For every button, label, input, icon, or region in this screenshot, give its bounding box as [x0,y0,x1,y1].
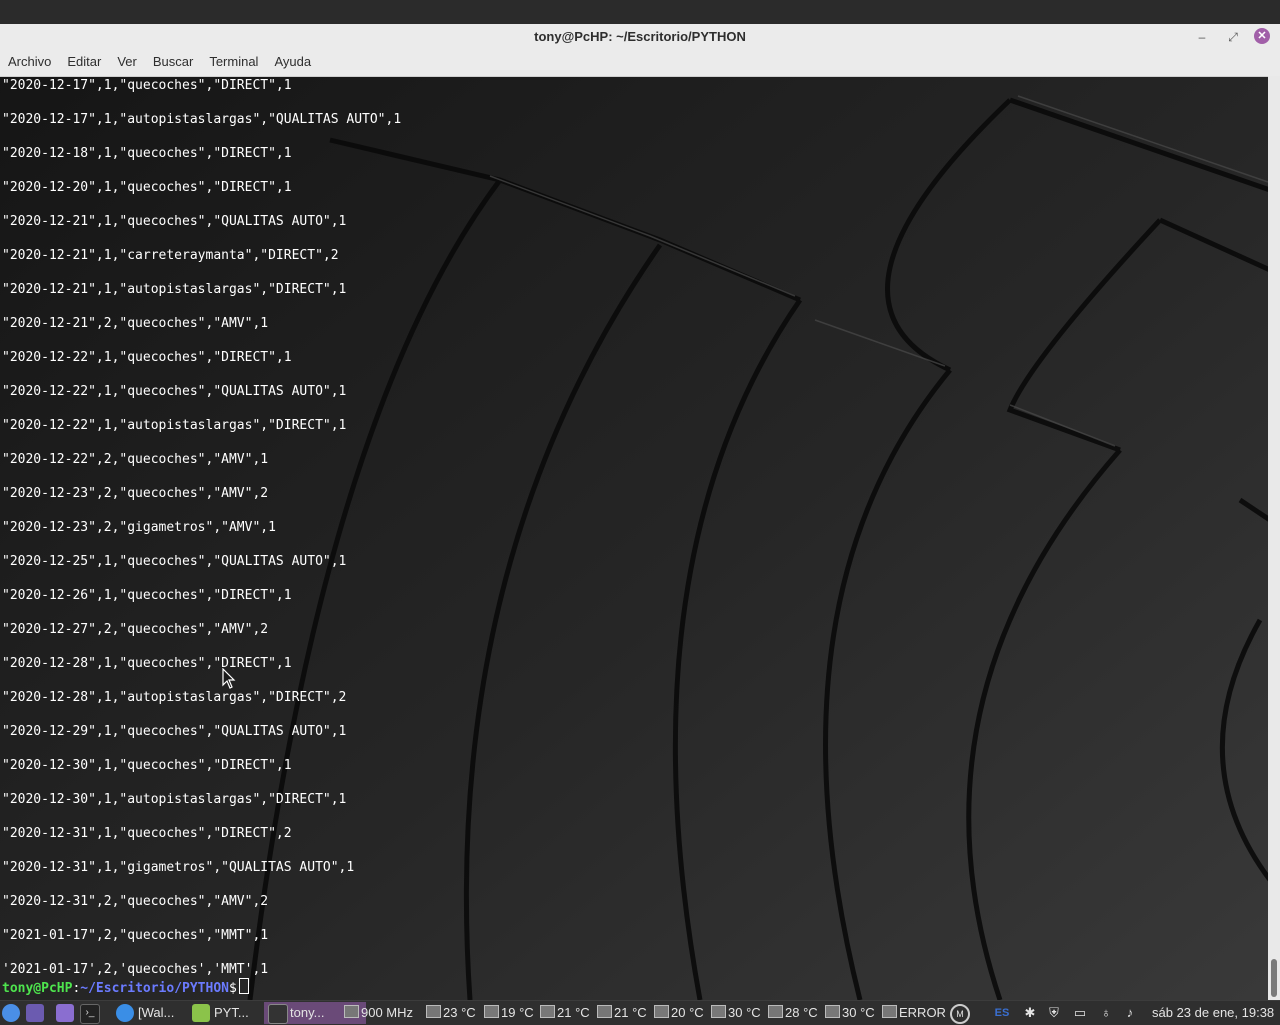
prompt-path: ~/Escritorio/PYTHON [80,981,229,996]
menu-launcher-icon[interactable] [2,1004,20,1022]
terminal-window[interactable]: tony@PcHP: ~/Escritorio/PYTHON – ⤢ ✕ Arc… [0,24,1280,1000]
thermometer-icon [597,1005,612,1018]
output-line: "2020-12-22",2,"quecoches","AMV",1 [2,452,269,467]
output-line: "2020-12-21",1,"autopistaslargas","DIREC… [2,282,347,297]
task-label: tony... [290,1005,325,1020]
redshift-icon[interactable]: ♁ [1096,1003,1116,1023]
sensor-value: 21 °C [614,1005,647,1020]
sensor-reading[interactable]: 30 °C [711,1001,761,1025]
top-panel-strip [0,0,1280,24]
output-line: "2020-12-17",1,"quecoches","DIRECT",1 [2,78,292,93]
menu-terminal[interactable]: Terminal [201,50,266,76]
output-line: "2020-12-30",1,"quecoches","DIRECT",1 [2,758,292,773]
minimize-button[interactable]: – [1193,28,1211,46]
chrome-icon [116,1004,134,1022]
sensor-reading[interactable]: 23 °C [426,1001,476,1025]
sensor-value: 19 °C [501,1005,534,1020]
output-line: "2021-01-17",2,"quecoches","MMT",1 [2,928,269,943]
output-line: '2021-01-17',2,'quecoches','MMT',1 [2,962,269,977]
thermometer-icon [654,1005,669,1018]
maximize-button[interactable]: ⤢ [1224,28,1242,46]
clock[interactable]: sáb 23 de ene, 19:38 [1152,1001,1274,1025]
output-line: "2020-12-20",1,"quecoches","DIRECT",1 [2,180,292,195]
sensor-reading[interactable]: 21 °C [597,1001,647,1025]
show-desktop-icon[interactable] [26,1004,44,1022]
menu-buscar[interactable]: Buscar [145,50,201,76]
output-line: "2020-12-29",1,"quecoches","QUALITAS AUT… [2,724,347,739]
output-line: "2020-12-17",1,"autopistaslargas","QUALI… [2,112,402,127]
thermometer-icon [768,1005,783,1018]
keyboard-layout[interactable]: ES [990,1003,1014,1023]
output-line: "2020-12-21",2,"quecoches","AMV",1 [2,316,269,331]
sensor-value: 23 °C [443,1005,476,1020]
task-label: PYT... [214,1005,249,1020]
output-line: "2020-12-28",1,"autopistaslargas","DIREC… [2,690,347,705]
thermometer-icon [540,1005,555,1018]
sensor-value: 28 °C [785,1005,818,1020]
removable-drive-icon[interactable]: ▭ [1070,1003,1090,1023]
menu-ayuda[interactable]: Ayuda [266,50,319,76]
menu-editar[interactable]: Editar [59,50,109,76]
files-launcher-icon[interactable] [56,1004,74,1022]
thermometer-icon [484,1005,499,1018]
window-titlebar[interactable]: tony@PcHP: ~/Escritorio/PYTHON – ⤢ ✕ [0,24,1280,51]
output-line: "2020-12-25",1,"quecoches","QUALITAS AUT… [2,554,347,569]
sensor-reading[interactable]: 21 °C [540,1001,590,1025]
sensor-reading[interactable]: ERROR [882,1001,946,1025]
output-line: "2020-12-28",1,"quecoches","DIRECT",1 [2,656,292,671]
cpu-frequency[interactable]: 900 MHz [344,1001,413,1025]
sensor-reading[interactable]: 28 °C [768,1001,818,1025]
output-line: "2020-12-21",1,"carreteraymanta","DIRECT… [2,248,339,263]
scrollbar[interactable] [1268,76,1280,1000]
output-line: "2020-12-23",2,"quecoches","AMV",2 [2,486,269,501]
sensor-value: ERROR [899,1005,946,1020]
output-line: "2020-12-21",1,"quecoches","QUALITAS AUT… [2,214,347,229]
sensor-reading[interactable]: 30 °C [825,1001,875,1025]
volume-icon[interactable]: ♪ [1120,1003,1140,1023]
taskbar: ›_ [Wal... PYT... tony... 900 MHz 23 °C … [0,1000,1280,1025]
folder-icon [192,1004,210,1022]
terminal-output[interactable]: "2020-12-17",1,"quecoches","DIRECT",1 "2… [0,76,1268,1000]
output-line: "2020-12-22",1,"quecoches","QUALITAS AUT… [2,384,347,399]
thermometer-icon [825,1005,840,1018]
sensor-value: 30 °C [728,1005,761,1020]
output-line: "2020-12-31",1,"quecoches","DIRECT",2 [2,826,292,841]
output-line: "2020-12-31",2,"quecoches","AMV",2 [2,894,269,909]
cpu-freq-label: 900 MHz [361,1005,414,1020]
sensor-value: 20 °C [671,1005,704,1020]
terminal-icon [268,1004,288,1024]
menu-ver[interactable]: Ver [109,50,145,76]
thermometer-icon [711,1005,726,1018]
output-line: "2020-12-22",1,"autopistaslargas","DIREC… [2,418,347,433]
prompt-line[interactable]: tony@PcHP:~/Escritorio/PYTHON$ [2,978,249,996]
cpu-icon [344,1005,359,1018]
sensor-value: 21 °C [557,1005,590,1020]
scrollbar-thumb[interactable] [1271,959,1277,997]
text-cursor [238,978,249,994]
output-line: "2020-12-26",1,"quecoches","DIRECT",1 [2,588,292,603]
menu-bar: Archivo Editar Ver Buscar Terminal Ayuda [0,50,1280,77]
sensor-reading[interactable]: 19 °C [484,1001,534,1025]
output-line: "2020-12-30",1,"autopistaslargas","DIREC… [2,792,347,807]
sensor-reading[interactable]: 20 °C [654,1001,704,1025]
output-line: "2020-12-27",2,"quecoches","AMV",2 [2,622,269,637]
output-line: "2020-12-31",1,"gigametros","QUALITAS AU… [2,860,355,875]
prompt-user: tony@PcHP [2,981,73,996]
window-title: tony@PcHP: ~/Escritorio/PYTHON [534,29,746,44]
sensor-value: 30 °C [842,1005,875,1020]
thermometer-icon [882,1005,897,1018]
mouse-pointer-icon [222,668,236,689]
output-line: "2020-12-22",1,"quecoches","DIRECT",1 [2,350,292,365]
thermometer-icon [426,1005,441,1018]
output-line: "2020-12-23",2,"gigametros","AMV",1 [2,520,276,535]
task-label: [Wal... [138,1005,175,1020]
update-manager-icon[interactable]: M [950,1004,970,1024]
bluetooth-icon[interactable]: ✱ [1020,1003,1040,1023]
output-line: "2020-12-18",1,"quecoches","DIRECT",1 [2,146,292,161]
close-button[interactable]: ✕ [1254,28,1270,44]
terminal-launcher-icon[interactable]: ›_ [80,1004,100,1024]
menu-archivo[interactable]: Archivo [0,50,59,76]
shield-icon[interactable]: ⛨ [1044,1003,1064,1023]
prompt-dollar: $ [229,981,237,996]
